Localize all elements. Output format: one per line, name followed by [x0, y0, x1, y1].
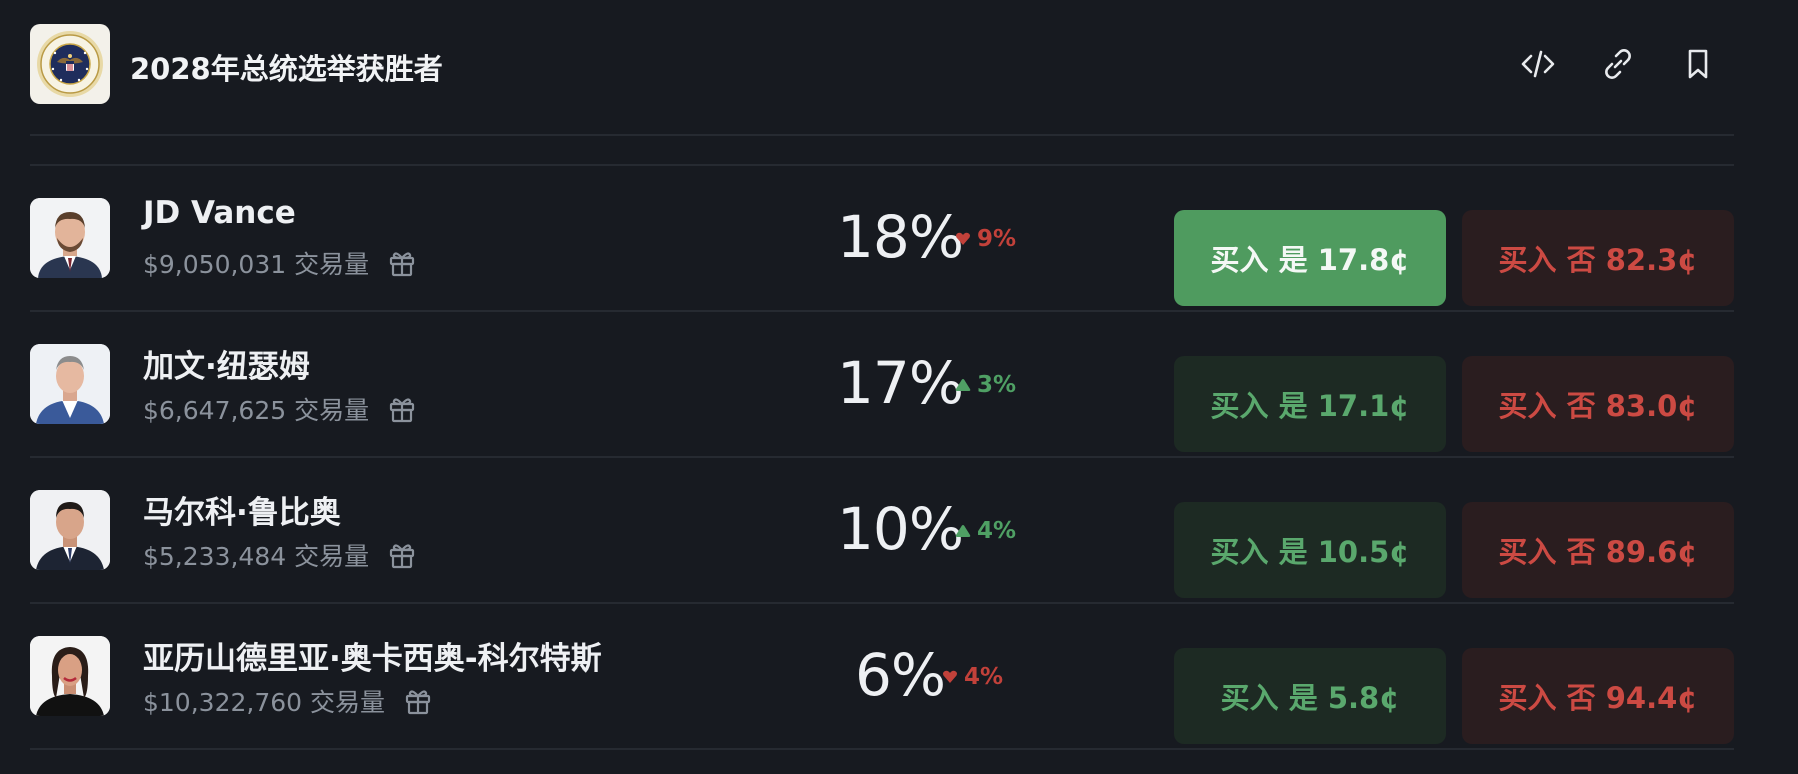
volume-info: $6,647,625 交易量 [143, 391, 417, 427]
avatar [30, 636, 110, 716]
outcome-row-vance: JD Vance $9,050,031 交易量 18% 9% 买入 是 17.8… [30, 165, 1734, 311]
market-page: 2028年总统选举获胜者 JD Vance $9,050,031 交易量 18%… [0, 0, 1798, 774]
row-divider [30, 748, 1734, 750]
volume-info: $10,322,760 交易量 [143, 683, 433, 719]
avatar [30, 344, 110, 424]
change-value: 4% [964, 664, 1004, 690]
seal-icon [30, 24, 110, 104]
candidate-name: 加文·纽瑟姆 [143, 349, 310, 385]
link-icon[interactable] [1596, 42, 1640, 86]
gift-icon[interactable] [387, 540, 417, 570]
volume-text: $6,647,625 交易量 [143, 396, 370, 425]
change-indicator: 4% [955, 518, 1016, 544]
buy-yes-button[interactable]: 买入 是 17.1¢ [1174, 356, 1446, 452]
candidate-name: 马尔科·鲁比奥 [143, 495, 341, 531]
change-value: 3% [977, 372, 1017, 398]
change-value: 9% [977, 226, 1017, 252]
avatar [30, 490, 110, 570]
buy-no-button[interactable]: 买入 否 83.0¢ [1462, 356, 1734, 452]
outcome-row-ocasio-cortez: 亚历山德里亚·奥卡西奥-科尔特斯 $10,322,760 交易量 6% 4% 买… [30, 603, 1734, 749]
embed-code-icon[interactable] [1516, 42, 1560, 86]
candidate-name: 亚历山德里亚·奥卡西奥-科尔特斯 [143, 641, 602, 677]
volume-text: $5,233,484 交易量 [143, 542, 370, 571]
avatar [30, 198, 110, 278]
buy-no-button[interactable]: 买入 否 94.4¢ [1462, 648, 1734, 744]
volume-info: $5,233,484 交易量 [143, 537, 417, 573]
gift-icon[interactable] [403, 686, 433, 716]
volume-text: $10,322,760 交易量 [143, 688, 385, 717]
gift-icon[interactable] [387, 248, 417, 278]
triangle-up-icon [955, 525, 971, 537]
change-indicator: 9% [955, 226, 1016, 252]
volume-info: $9,050,031 交易量 [143, 245, 417, 281]
buy-no-button[interactable]: 买入 否 89.6¢ [1462, 502, 1734, 598]
buy-yes-button[interactable]: 买入 是 5.8¢ [1174, 648, 1446, 744]
triangle-up-icon [955, 379, 971, 391]
candidate-name: JD Vance [143, 195, 296, 231]
change-value: 4% [977, 518, 1017, 544]
bookmark-icon[interactable] [1676, 42, 1720, 86]
heart-down-icon [956, 232, 970, 245]
buy-no-button[interactable]: 买入 否 82.3¢ [1462, 210, 1734, 306]
gift-icon[interactable] [387, 394, 417, 424]
buy-yes-button[interactable]: 买入 是 10.5¢ [1174, 502, 1446, 598]
market-header: 2028年总统选举获胜者 [30, 24, 1734, 104]
change-indicator: 3% [955, 372, 1016, 398]
header-divider [30, 134, 1734, 136]
volume-text: $9,050,031 交易量 [143, 250, 370, 279]
outcome-row-rubio: 马尔科·鲁比奥 $5,233,484 交易量 10% 4% 买入 是 10.5¢… [30, 457, 1734, 603]
outcome-row-newsom: 加文·纽瑟姆 $6,647,625 交易量 17% 3% 买入 是 17.1¢ … [30, 311, 1734, 457]
page-title: 2028年总统选举获胜者 [130, 52, 443, 86]
change-indicator: 4% [942, 664, 1003, 690]
buy-yes-button[interactable]: 买入 是 17.8¢ [1174, 210, 1446, 306]
heart-down-icon [943, 670, 957, 683]
